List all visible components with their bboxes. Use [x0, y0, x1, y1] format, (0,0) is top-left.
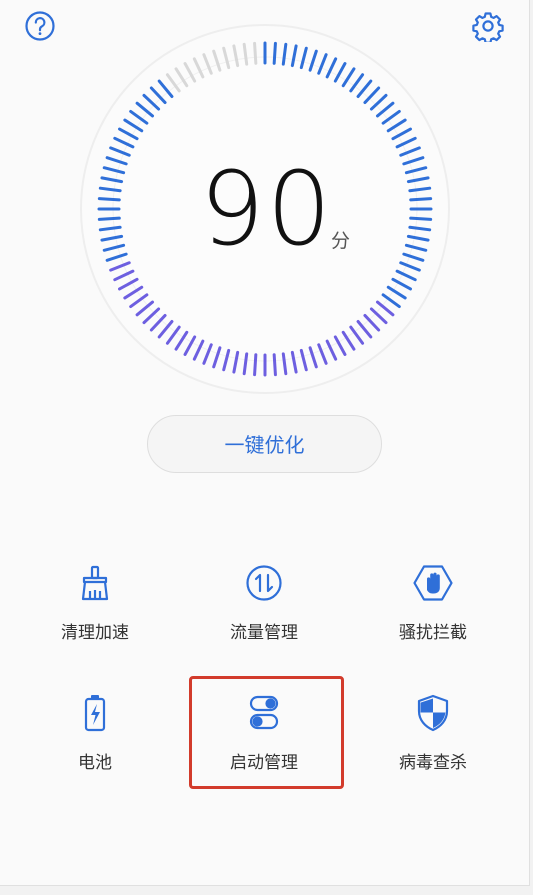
gear-icon[interactable]	[472, 10, 504, 44]
tool-label: 清理加速	[61, 623, 129, 643]
score-dial	[80, 24, 450, 394]
tool-clean-speed[interactable]: 清理加速	[10, 563, 180, 673]
tool-label: 电池	[78, 753, 112, 773]
dial-tick-inactive	[253, 41, 258, 65]
tool-label: 病毒查杀	[399, 753, 467, 773]
dial-tick-active	[272, 41, 277, 65]
tool-virus-scan[interactable]: 病毒查杀	[348, 693, 518, 803]
tool-data-traffic[interactable]: 流量管理	[179, 563, 349, 673]
data-traffic-icon	[244, 563, 284, 603]
dial-tick-active	[409, 197, 433, 202]
dial-tick-active	[253, 353, 258, 377]
dial-tick-active	[97, 216, 121, 221]
shield-icon	[413, 693, 453, 733]
dial-tick-active	[409, 216, 433, 221]
dial-tick-active	[97, 197, 121, 202]
highlight-box	[189, 676, 344, 789]
dial-tick-active	[272, 353, 277, 377]
broom-icon	[75, 563, 115, 603]
tool-harassment-block[interactable]: 骚扰拦截	[348, 563, 518, 673]
score-unit: 分	[331, 230, 351, 252]
battery-icon	[75, 693, 115, 733]
help-icon[interactable]	[24, 10, 56, 42]
tool-battery[interactable]: 电池	[10, 693, 180, 803]
block-hand-icon	[413, 563, 453, 603]
tool-label: 骚扰拦截	[399, 623, 467, 643]
one-click-optimize-button[interactable]: 一键优化	[147, 415, 382, 473]
phone-manager-screen: 90 分 一键优化 清理加速 流量管理 骚扰拦截 电池 启动管理 病毒查杀	[0, 0, 530, 886]
tool-label: 流量管理	[230, 623, 298, 643]
